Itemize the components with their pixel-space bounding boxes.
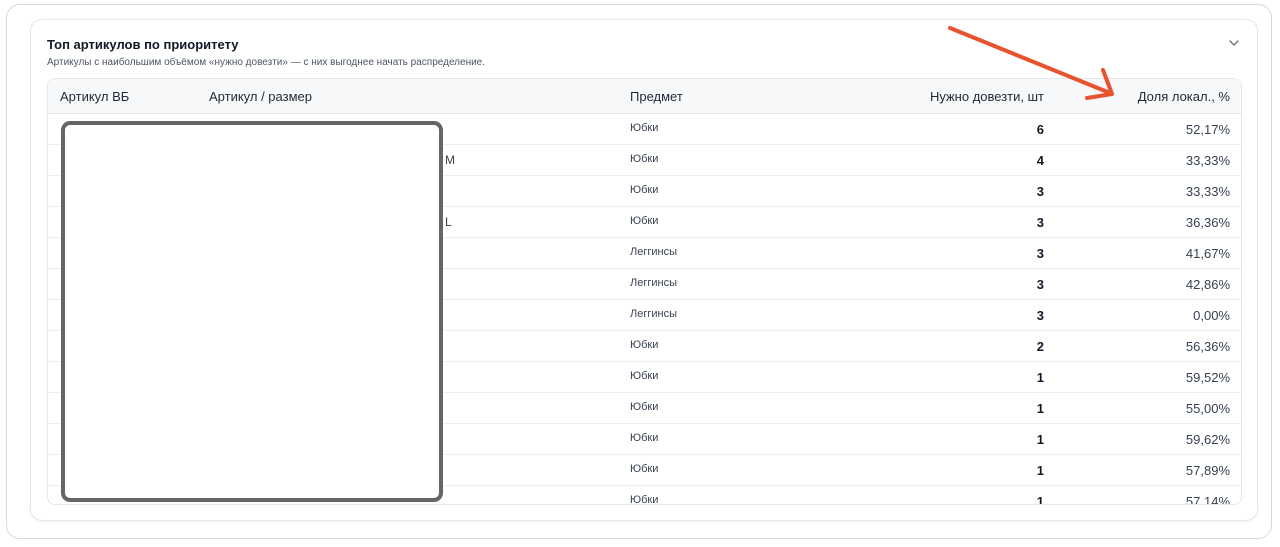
article-size-cell: M	[445, 153, 455, 167]
column-header-subject[interactable]: Предмет	[630, 89, 683, 104]
need-delivery-cell: 1	[1036, 401, 1044, 416]
annotation-arrow-icon	[948, 26, 1114, 100]
subject-cell: Юбки	[630, 122, 659, 134]
subject-cell: Юбки	[630, 184, 659, 196]
column-header-wb-article[interactable]: Артикул ВБ	[60, 89, 129, 104]
subject-cell: Леггинсы	[630, 277, 677, 289]
local-share-cell: 55,00%	[1185, 401, 1230, 416]
panel-subtitle: Артикулы с наибольшим объёмом «нужно дов…	[47, 57, 486, 68]
chevron-down-icon[interactable]	[1226, 35, 1242, 51]
subject-cell: Юбки	[630, 370, 659, 382]
subject-cell: Юбки	[630, 432, 659, 444]
column-header-local-share[interactable]: Доля локал., %	[1138, 89, 1230, 104]
local-share-cell: 42,86%	[1185, 277, 1230, 292]
local-share-cell: 57,89%	[1185, 463, 1230, 478]
need-delivery-cell: 2	[1036, 339, 1044, 354]
need-delivery-cell: 3	[1036, 277, 1044, 292]
subject-cell: Юбки	[630, 494, 659, 505]
subject-cell: Леггинсы	[630, 246, 677, 258]
subject-cell: Юбки	[630, 401, 659, 413]
local-share-cell: 36,36%	[1185, 215, 1230, 230]
need-delivery-cell: 3	[1036, 215, 1044, 230]
local-share-cell: 41,67%	[1185, 246, 1230, 261]
need-delivery-cell: 1	[1036, 494, 1044, 505]
need-delivery-cell: 3	[1036, 184, 1044, 199]
need-delivery-cell: 1	[1036, 463, 1044, 478]
local-share-cell: 52,17%	[1185, 122, 1230, 137]
need-delivery-cell: 3	[1036, 308, 1044, 323]
local-share-cell: 56,36%	[1185, 339, 1230, 354]
local-share-cell: 59,62%	[1185, 432, 1230, 447]
panel-title: Топ артикулов по приоритету	[47, 37, 239, 52]
local-share-cell: 0,00%	[1193, 308, 1230, 323]
need-delivery-cell: 6	[1036, 122, 1044, 137]
column-header-article-size[interactable]: Артикул / размер	[209, 89, 312, 104]
local-share-cell: 59,52%	[1185, 370, 1230, 385]
local-share-cell: 33,33%	[1185, 153, 1230, 168]
subject-cell: Леггинсы	[630, 308, 677, 320]
article-size-cell: L	[445, 215, 452, 229]
subject-cell: Юбки	[630, 153, 659, 165]
need-delivery-cell: 4	[1036, 153, 1044, 168]
local-share-cell: 57,14%	[1185, 494, 1230, 505]
need-delivery-cell: 1	[1036, 370, 1044, 385]
local-share-cell: 33,33%	[1185, 184, 1230, 199]
subject-cell: Юбки	[630, 215, 659, 227]
need-delivery-cell: 3	[1036, 246, 1044, 261]
redaction-box	[61, 121, 443, 502]
subject-cell: Юбки	[630, 463, 659, 475]
need-delivery-cell: 1	[1036, 432, 1044, 447]
subject-cell: Юбки	[630, 339, 659, 351]
